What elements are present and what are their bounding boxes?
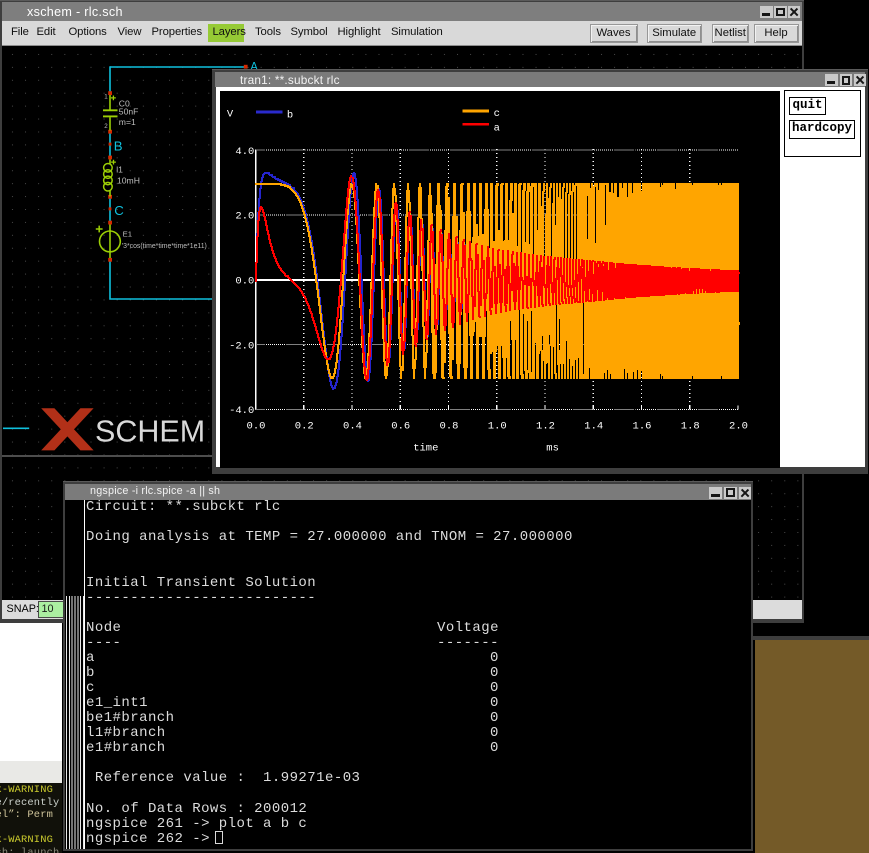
svg-text:0.0: 0.0 <box>247 420 266 432</box>
svg-text:C: C <box>114 203 124 218</box>
svg-text:B: B <box>114 139 123 154</box>
svg-text:0.2: 0.2 <box>295 420 314 432</box>
svg-text:2.0: 2.0 <box>729 420 748 432</box>
svg-text:time: time <box>413 443 438 455</box>
svg-text:l1: l1 <box>116 164 123 174</box>
svg-text:10mH: 10mH <box>117 176 140 186</box>
svg-text:0.0: 0.0 <box>235 276 254 288</box>
svg-text:0.4: 0.4 <box>343 420 362 432</box>
svg-text:4.0: 4.0 <box>235 146 254 158</box>
svg-text:b: b <box>287 109 293 121</box>
svg-text:'3*cos(time*time*time*1e11): '3*cos(time*time*time*1e11) <box>122 243 207 250</box>
svg-text:2.0: 2.0 <box>235 211 254 223</box>
svg-text:V: V <box>227 109 234 121</box>
svg-text:0.6: 0.6 <box>391 420 410 432</box>
svg-text:ms: ms <box>546 443 559 455</box>
svg-text:1.6: 1.6 <box>633 420 652 432</box>
svg-text:2: 2 <box>104 123 108 130</box>
svg-text:-2.0: -2.0 <box>229 340 254 352</box>
svg-text:1.4: 1.4 <box>584 420 603 432</box>
svg-text:E1: E1 <box>123 230 132 239</box>
svg-text:1.8: 1.8 <box>681 420 700 432</box>
svg-text:1: 1 <box>104 93 108 100</box>
svg-text:0.8: 0.8 <box>440 420 459 432</box>
svg-text:m=1: m=1 <box>119 117 136 127</box>
svg-text:1.2: 1.2 <box>536 420 555 432</box>
svg-text:a: a <box>494 122 500 134</box>
svg-text:-4.0: -4.0 <box>229 405 254 417</box>
svg-text:1.0: 1.0 <box>488 420 507 432</box>
svg-text:c: c <box>494 108 500 120</box>
svg-text:SCHEM: SCHEM <box>95 415 205 449</box>
svg-text:50nF: 50nF <box>119 107 139 117</box>
